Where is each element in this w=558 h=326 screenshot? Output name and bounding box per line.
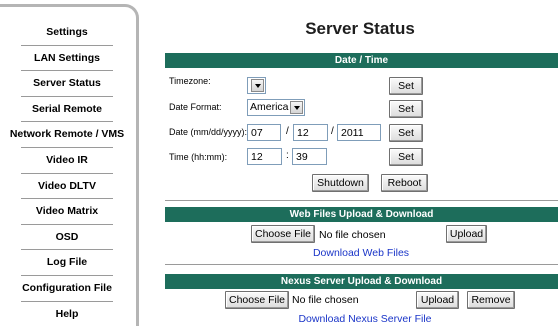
time-minutes-input[interactable] (292, 148, 327, 165)
sidebar-item-video-matrix[interactable]: Video Matrix (0, 199, 134, 225)
sidebar-item-configuration-file[interactable]: Configuration File (0, 275, 134, 302)
web-files-section-header: Web Files Upload & Download (165, 207, 558, 222)
timezone-label: Timezone: (169, 76, 211, 86)
sidebar-item-server-status[interactable]: Server Status (0, 71, 134, 97)
date-format-select[interactable]: America (247, 99, 305, 116)
page-title: Server Status (305, 19, 415, 38)
nexus-remove-button[interactable]: Remove (467, 291, 515, 309)
nexus-choose-file-button[interactable]: Choose File (225, 291, 289, 309)
section-divider (165, 264, 558, 265)
section-divider (165, 200, 558, 201)
download-nexus-server-file-link[interactable]: Download Nexus Server File (295, 313, 435, 325)
date-separator: / (331, 126, 334, 137)
nexus-file-status: No file chosen (292, 294, 359, 306)
nexus-upload-button[interactable]: Upload (416, 291, 459, 309)
chevron-down-icon (251, 79, 264, 92)
timezone-select[interactable] (247, 77, 266, 94)
date-format-set-button[interactable]: Set (389, 100, 423, 118)
sidebar-item-help[interactable]: Help (0, 301, 134, 326)
chevron-down-icon (290, 101, 303, 114)
web-files-file-status: No file chosen (319, 229, 386, 241)
date-format-select-value: America (250, 101, 289, 113)
date-label: Date (mm/dd/yyyy): (169, 127, 248, 137)
sidebar-item-serial-remote[interactable]: Serial Remote (0, 96, 134, 123)
sidebar-item-network-remote-vms[interactable]: Network Remote / VMS (0, 122, 134, 148)
sidebar-item-settings[interactable]: Settings (0, 20, 134, 46)
sidebar-item-video-ir[interactable]: Video IR (0, 147, 134, 174)
sidebar-item-osd[interactable]: OSD (0, 224, 134, 251)
sidebar-item-log-file[interactable]: Log File (0, 250, 134, 276)
sidebar-item-video-dltv[interactable]: Video DLTV (0, 173, 134, 200)
shutdown-button[interactable]: Shutdown (312, 174, 369, 192)
date-day-input[interactable] (293, 124, 328, 141)
time-separator: : (286, 150, 289, 161)
sidebar-item-lan-settings[interactable]: LAN Settings (0, 45, 134, 72)
download-web-files-link[interactable]: Download Web Files (291, 247, 431, 259)
nexus-section-header: Nexus Server Upload & Download (165, 274, 558, 289)
timezone-set-button[interactable]: Set (389, 77, 423, 95)
web-files-upload-button[interactable]: Upload (446, 225, 487, 243)
date-year-input[interactable] (337, 124, 381, 141)
sidebar-nav: Settings LAN Settings Server Status Seri… (0, 20, 134, 326)
date-month-input[interactable] (247, 124, 281, 141)
time-set-button[interactable]: Set (389, 148, 423, 166)
datetime-section-header: Date / Time (165, 53, 558, 68)
reboot-button[interactable]: Reboot (381, 174, 428, 192)
date-set-button[interactable]: Set (389, 124, 423, 142)
time-hours-input[interactable] (247, 148, 282, 165)
date-format-label: Date Format: (169, 102, 222, 112)
date-separator: / (286, 126, 289, 137)
web-files-choose-file-button[interactable]: Choose File (251, 225, 315, 243)
time-label: Time (hh:mm): (169, 152, 228, 162)
